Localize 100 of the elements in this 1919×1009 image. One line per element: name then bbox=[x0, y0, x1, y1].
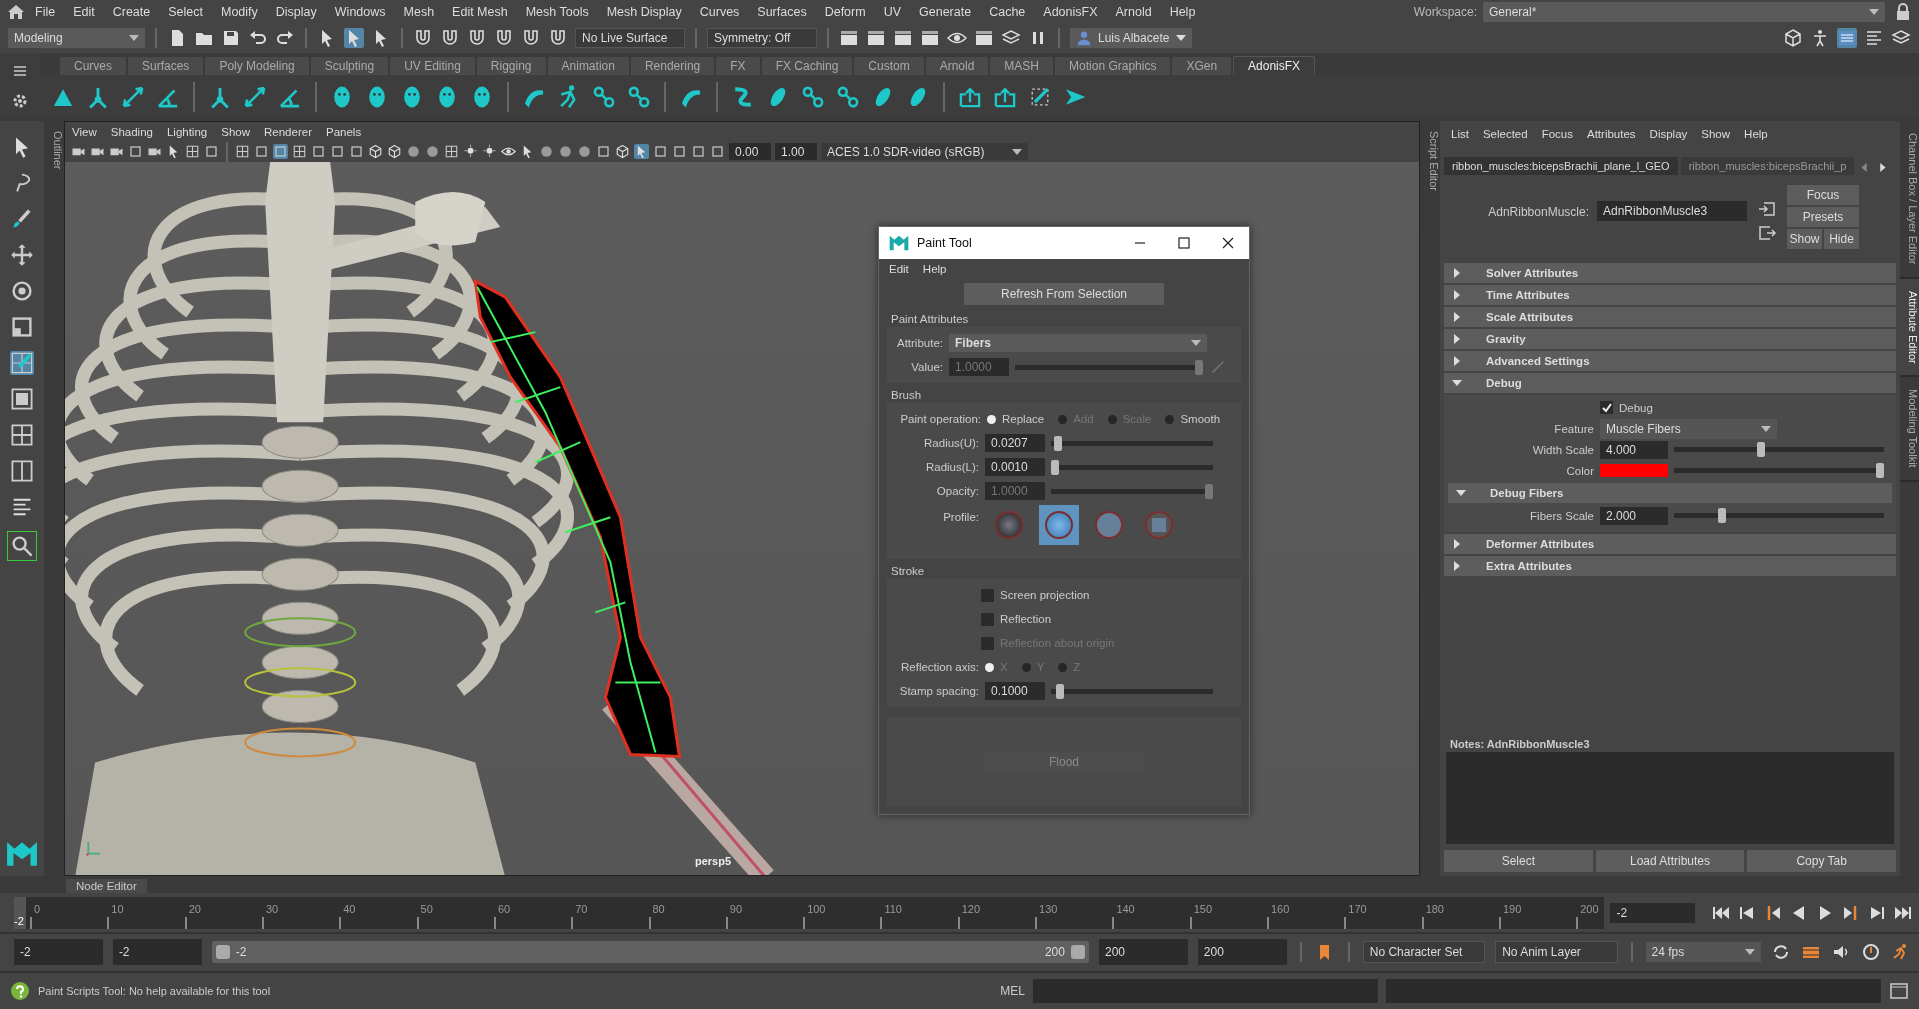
menu-item[interactable]: Focus bbox=[1534, 128, 1580, 141]
shelf-tab[interactable]: Poly Modeling bbox=[205, 57, 309, 76]
node-editor-tab[interactable]: Node Editor bbox=[66, 878, 147, 893]
menu-item[interactable]: Cache bbox=[980, 4, 1035, 19]
value-field[interactable]: 0.1000 bbox=[985, 682, 1045, 701]
menu-item[interactable]: Edit bbox=[882, 263, 916, 276]
menu-item[interactable]: UV bbox=[874, 4, 911, 19]
shelf-tab[interactable]: Surfaces bbox=[128, 57, 204, 76]
move-icon[interactable] bbox=[10, 243, 34, 268]
cube-icon[interactable] bbox=[387, 144, 402, 160]
radio-option[interactable]: Smooth bbox=[1165, 413, 1221, 426]
shelf-tab[interactable]: MASH bbox=[990, 57, 1054, 76]
outliner-tab[interactable]: Outliner bbox=[44, 121, 64, 877]
shelf-tab[interactable]: Arnold bbox=[925, 57, 989, 76]
command-language-label[interactable]: MEL bbox=[1000, 983, 1025, 998]
color-space-dropdown[interactable]: ACES 1.0 SDR-video (sRGB) bbox=[821, 143, 1028, 161]
square-icon[interactable] bbox=[710, 144, 725, 160]
section-header[interactable]: Time Attributes bbox=[1444, 285, 1896, 306]
feature-dropdown[interactable]: Muscle Fibers bbox=[1600, 418, 1777, 439]
workspace-dropdown[interactable]: General* bbox=[1483, 1, 1885, 22]
menu-item[interactable]: Select bbox=[159, 4, 212, 19]
menu-item[interactable]: Surfaces bbox=[748, 4, 816, 19]
menu-item[interactable]: Edit Mesh bbox=[443, 4, 517, 19]
current-frame-marker[interactable]: -2 bbox=[14, 896, 26, 929]
menu-item[interactable]: Help bbox=[1160, 4, 1205, 19]
gamma-field[interactable]: 1.00 bbox=[775, 143, 817, 161]
single-pane-icon[interactable] bbox=[10, 387, 34, 412]
menu-item[interactable]: Mesh bbox=[394, 4, 444, 19]
panel-tab[interactable]: Attribute Editor bbox=[1900, 278, 1919, 378]
slider-handle[interactable] bbox=[1054, 435, 1063, 451]
hide-button[interactable]: Hide bbox=[1824, 229, 1859, 250]
menu-item[interactable]: Create bbox=[103, 4, 160, 19]
section-header[interactable]: Advanced Settings bbox=[1444, 351, 1896, 372]
shelf-tab[interactable]: FX bbox=[716, 57, 760, 76]
menu-item[interactable]: Modify bbox=[212, 4, 267, 19]
section-header[interactable]: Debug bbox=[1444, 373, 1896, 394]
anim-layer-dropdown[interactable]: No Anim Layer bbox=[1495, 941, 1618, 964]
viewport-menu-item[interactable]: Show bbox=[214, 125, 257, 138]
panel-tab[interactable]: Modeling Toolkit bbox=[1900, 377, 1919, 482]
slider-handle[interactable] bbox=[1055, 683, 1064, 699]
square-icon[interactable] bbox=[128, 144, 143, 160]
cursor-icon[interactable] bbox=[634, 144, 649, 160]
menu-item[interactable]: List bbox=[1444, 128, 1476, 141]
node-tab[interactable]: ribbon_muscles:bicepsBrachii_plane_l_GEO bbox=[1444, 157, 1678, 176]
menu-item[interactable]: Curves bbox=[690, 4, 749, 19]
search-icon[interactable] bbox=[7, 531, 37, 562]
shelf-tab[interactable]: Sculpting bbox=[310, 57, 389, 76]
square-icon[interactable] bbox=[596, 144, 611, 160]
viewport-menu-item[interactable]: View bbox=[65, 125, 104, 138]
menu-item[interactable]: Show bbox=[1694, 128, 1738, 141]
menu-item[interactable]: Generate bbox=[910, 4, 981, 19]
viewport-menu-item[interactable]: Lighting bbox=[159, 125, 215, 138]
checkbox[interactable] bbox=[981, 612, 994, 626]
sphere-icon[interactable] bbox=[558, 144, 573, 160]
square-icon[interactable] bbox=[672, 144, 687, 160]
slider-handle[interactable] bbox=[1718, 508, 1727, 524]
four-pane-icon[interactable] bbox=[10, 423, 34, 448]
script-editor-tab[interactable]: Script Editor bbox=[1420, 121, 1440, 877]
section-header[interactable]: Scale Attributes bbox=[1444, 307, 1896, 328]
start-frame-field[interactable]: -2 bbox=[14, 939, 103, 966]
node-name-field[interactable]: AdnRibbonMuscle3 bbox=[1597, 201, 1747, 222]
square-icon[interactable] bbox=[254, 144, 269, 160]
sphere-icon[interactable] bbox=[406, 144, 421, 160]
viewport-menu-item[interactable]: Panels bbox=[318, 125, 369, 138]
sphere-icon[interactable] bbox=[539, 144, 554, 160]
shelf-tab[interactable]: Rigging bbox=[476, 57, 546, 76]
menu-item[interactable]: Attributes bbox=[1580, 128, 1643, 141]
shelf-tab[interactable]: Rendering bbox=[630, 57, 715, 76]
fps-dropdown[interactable]: 24 fps bbox=[1645, 942, 1761, 963]
shelf-tab[interactable]: UV Editing bbox=[390, 57, 475, 76]
node-tab[interactable]: ribbon_muscles:bicepsBrachii_p bbox=[1680, 157, 1855, 176]
menu-item[interactable]: AdonisFX bbox=[1034, 4, 1107, 19]
panel-button[interactable]: Copy Tab bbox=[1747, 850, 1896, 873]
section-header[interactable]: Solver Attributes bbox=[1444, 263, 1896, 284]
shelf-tab[interactable]: AdonisFX bbox=[1233, 56, 1316, 76]
section-header[interactable]: Gravity bbox=[1444, 329, 1896, 350]
notes-field[interactable] bbox=[1446, 752, 1894, 845]
section-header[interactable]: Extra Attributes bbox=[1444, 556, 1896, 577]
shelf-tab[interactable]: Motion Graphics bbox=[1055, 57, 1171, 76]
menu-item[interactable]: Mesh Display bbox=[597, 4, 691, 19]
focus-button[interactable]: Focus bbox=[1787, 185, 1859, 206]
square-icon[interactable] bbox=[330, 144, 345, 160]
time-range-bar[interactable]: -2 200 bbox=[211, 941, 1089, 964]
viewport-menu-item[interactable]: Shading bbox=[103, 125, 160, 138]
cube-icon[interactable] bbox=[368, 144, 383, 160]
live-surface-field[interactable]: No Live Surface bbox=[575, 28, 685, 49]
slider-handle[interactable] bbox=[1756, 442, 1765, 458]
square-icon[interactable] bbox=[349, 144, 364, 160]
user-dropdown[interactable]: Luis Albacete bbox=[1070, 28, 1192, 49]
character-set-dropdown[interactable]: No Character Set bbox=[1362, 941, 1486, 964]
shelf-tab[interactable]: XGen bbox=[1172, 57, 1232, 76]
color-swatch[interactable] bbox=[1600, 464, 1668, 478]
menu-item[interactable]: Mesh Tools bbox=[516, 4, 598, 19]
panel-button[interactable]: Select bbox=[1444, 850, 1593, 873]
value-field[interactable]: 0.0010 bbox=[985, 458, 1045, 477]
light-icon[interactable] bbox=[482, 144, 497, 160]
value-field[interactable]: 4.000 bbox=[1600, 440, 1668, 459]
grid-icon[interactable] bbox=[235, 144, 250, 160]
menu-item[interactable]: Display bbox=[1642, 128, 1695, 141]
playback-start-field[interactable]: -2 bbox=[112, 939, 202, 966]
